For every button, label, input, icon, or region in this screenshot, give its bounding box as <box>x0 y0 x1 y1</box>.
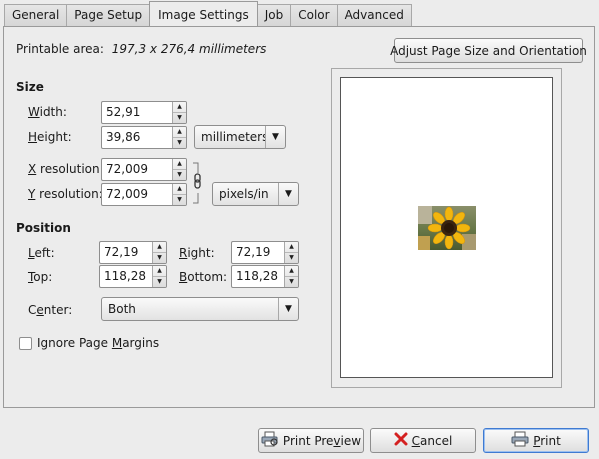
increment-icon[interactable]: ▲ <box>153 242 166 252</box>
top-spinner[interactable]: 118,28 ▲ ▼ <box>99 265 167 288</box>
tab-image-settings[interactable]: Image Settings <box>149 1 258 26</box>
print-preview-label: Print Preview <box>282 433 362 448</box>
size-heading: Size <box>16 80 44 94</box>
print-preview-button[interactable]: Print Preview <box>258 428 364 453</box>
printable-area-label: Printable area: 197,3 x 276,4 millimeter… <box>16 42 267 56</box>
tab-advanced[interactable]: Advanced <box>336 4 412 26</box>
chevron-down-icon: ▼ <box>278 298 298 320</box>
height-label: Height: <box>28 130 72 144</box>
sunflower-image[interactable] <box>418 206 476 250</box>
y-resolution-spinner[interactable]: 72,009 ▲ ▼ <box>101 183 187 206</box>
increment-icon[interactable]: ▲ <box>173 159 186 169</box>
tab-bar: General Page Setup Image Settings Job Co… <box>4 1 412 26</box>
increment-icon[interactable]: ▲ <box>173 127 186 137</box>
increment-icon[interactable]: ▲ <box>153 266 166 276</box>
bottom-label: Bottom: <box>179 270 228 284</box>
printer-icon <box>511 431 529 450</box>
center-combo[interactable]: Both ▼ <box>101 297 299 321</box>
resolution-unit-combo[interactable]: pixels/in ▼ <box>212 182 299 206</box>
decrement-icon[interactable]: ▼ <box>285 252 298 263</box>
print-preview-icon <box>261 431 279 450</box>
position-heading: Position <box>16 221 71 235</box>
y-resolution-label: Y resolution: <box>28 187 103 201</box>
chevron-down-icon: ▼ <box>278 183 298 205</box>
x-resolution-label: X resolution: <box>28 162 104 176</box>
left-label: Left: <box>28 246 55 260</box>
cancel-icon <box>394 432 408 449</box>
width-label: Width: <box>28 105 67 119</box>
cancel-button[interactable]: Cancel <box>370 428 476 453</box>
decrement-icon[interactable]: ▼ <box>173 112 186 123</box>
chevron-down-icon: ▼ <box>265 126 285 148</box>
width-value[interactable]: 52,91 <box>102 102 172 123</box>
size-unit-combo[interactable]: millimeters ▼ <box>194 125 286 149</box>
increment-icon[interactable]: ▲ <box>285 242 298 252</box>
ignore-margins-checkbox[interactable] <box>19 337 32 350</box>
y-resolution-value[interactable]: 72,009 <box>102 184 172 205</box>
decrement-icon[interactable]: ▼ <box>153 252 166 263</box>
height-value[interactable]: 39,86 <box>102 127 172 148</box>
printable-area-value: 197,3 x 276,4 millimeters <box>111 42 267 56</box>
increment-icon[interactable]: ▲ <box>285 266 298 276</box>
right-value[interactable]: 72,19 <box>232 242 284 263</box>
right-spinner[interactable]: 72,19 ▲ ▼ <box>231 241 299 264</box>
left-spinner[interactable]: 72,19 ▲ ▼ <box>99 241 167 264</box>
tab-job[interactable]: Job <box>256 4 292 26</box>
bottom-value[interactable]: 118,28 <box>232 266 284 287</box>
x-resolution-spinner[interactable]: 72,009 ▲ ▼ <box>101 158 187 181</box>
increment-icon[interactable]: ▲ <box>173 102 186 112</box>
decrement-icon[interactable]: ▼ <box>153 276 166 287</box>
top-value[interactable]: 118,28 <box>100 266 152 287</box>
decrement-icon[interactable]: ▼ <box>285 276 298 287</box>
bottom-spinner[interactable]: 118,28 ▲ ▼ <box>231 265 299 288</box>
top-label: Top: <box>28 270 53 284</box>
decrement-icon[interactable]: ▼ <box>173 169 186 180</box>
height-spinner[interactable]: 39,86 ▲ ▼ <box>101 126 187 149</box>
right-label: Right: <box>179 246 215 260</box>
tab-color[interactable]: Color <box>290 4 338 26</box>
increment-icon[interactable]: ▲ <box>173 184 186 194</box>
resolution-unit-value: pixels/in <box>219 187 269 201</box>
adjust-page-size-button[interactable]: Adjust Page Size and Orientation <box>390 38 587 63</box>
adjust-page-size-label: Adjust Page Size and Orientation <box>390 43 587 58</box>
tab-page-setup[interactable]: Page Setup <box>66 4 151 26</box>
x-resolution-value[interactable]: 72,009 <box>102 159 172 180</box>
width-spinner[interactable]: 52,91 ▲ ▼ <box>101 101 187 124</box>
size-unit-value: millimeters <box>201 130 265 144</box>
tab-general[interactable]: General <box>4 4 68 26</box>
cancel-label: Cancel <box>411 433 453 448</box>
ignore-margins-label[interactable]: Ignore Page Margins <box>37 336 159 350</box>
decrement-icon[interactable]: ▼ <box>173 137 186 148</box>
print-button[interactable]: Print <box>483 428 589 453</box>
center-value: Both <box>108 302 136 316</box>
center-label: Center: <box>28 303 73 317</box>
chain-link-icon[interactable] <box>190 161 202 205</box>
decrement-icon[interactable]: ▼ <box>173 194 186 205</box>
left-value[interactable]: 72,19 <box>100 242 152 263</box>
print-label: Print <box>533 433 561 448</box>
